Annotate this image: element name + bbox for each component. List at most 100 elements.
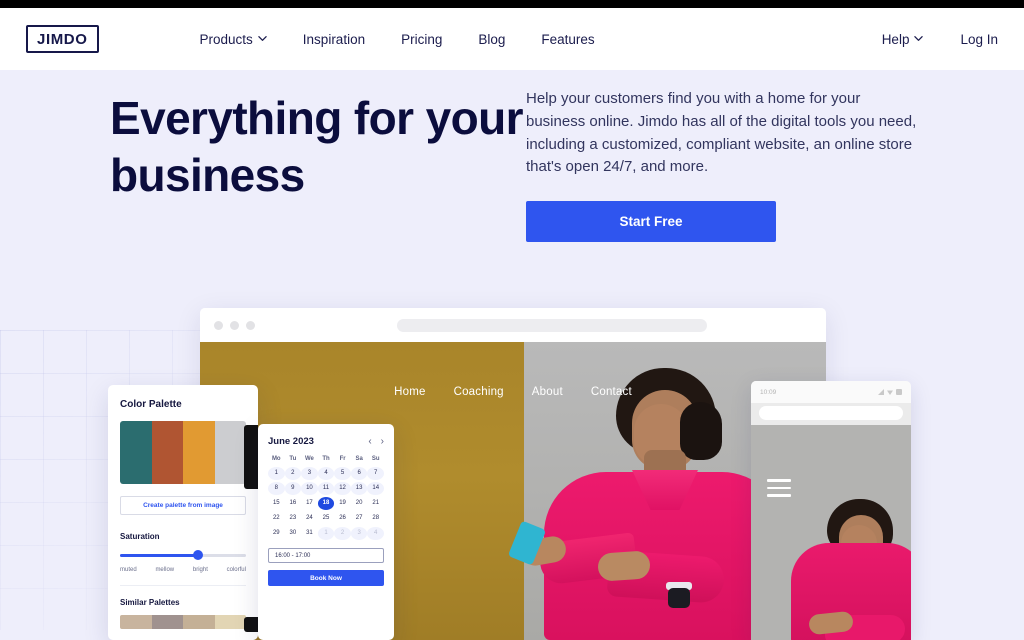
- calendar-day-cell[interactable]: 23: [285, 512, 302, 525]
- calendar-day-cell[interactable]: 7: [367, 467, 384, 480]
- calendar-day-cell[interactable]: 3: [350, 527, 368, 540]
- nav-item-features[interactable]: Features: [541, 32, 594, 47]
- calendar-day-cell[interactable]: 16: [285, 497, 302, 510]
- phone-mockup: 10:09: [751, 381, 911, 640]
- calendar-day-cell[interactable]: 14: [367, 482, 384, 495]
- calendar-day-cell[interactable]: 6: [350, 467, 368, 480]
- calendar-day-cell[interactable]: 21: [367, 497, 384, 510]
- calendar-day-cell[interactable]: 10: [301, 482, 318, 495]
- calendar-day-cell[interactable]: 20: [351, 497, 368, 510]
- calendar-day-cell[interactable]: 3: [301, 467, 318, 480]
- start-free-button[interactable]: Start Free: [526, 201, 776, 242]
- calendar-day-of-week: We: [304, 456, 314, 462]
- calendar-grid: Mo Tu We Th Fr Sa Su 1 2 3 4 5 6 7 8 9 10 11 12 13 14 15 16 17 1…: [268, 456, 384, 540]
- palette-swatch[interactable]: [214, 421, 246, 484]
- phone-viewport: [751, 425, 911, 640]
- calendar-day-cell[interactable]: 4: [367, 527, 384, 540]
- time-slot-field[interactable]: 16:00 - 17:00: [268, 548, 384, 563]
- calendar-day-cell[interactable]: 9: [284, 482, 302, 495]
- calendar-day-cell[interactable]: 26: [334, 512, 351, 525]
- login-link[interactable]: Log In: [960, 32, 998, 47]
- calendar-day-cell[interactable]: 25: [318, 512, 335, 525]
- palette-swatch-row: [120, 421, 246, 484]
- mock-nav-coaching[interactable]: Coaching: [454, 386, 504, 398]
- browser-chrome-bar: [200, 308, 826, 342]
- calendar-day-cell[interactable]: 2: [334, 527, 351, 540]
- calendar-day-cell[interactable]: 19: [334, 497, 351, 510]
- phone-status-bar: 10:09: [751, 381, 911, 403]
- calendar-day-cell[interactable]: 13: [350, 482, 368, 495]
- site-header: JIMDO Products Inspiration Pricing Blog …: [0, 8, 1024, 70]
- nav-label-features: Features: [541, 31, 595, 47]
- similar-palette-row[interactable]: [120, 615, 246, 629]
- hero-paragraph: Help your customers find you with a home…: [526, 90, 917, 176]
- calendar-day-cell[interactable]: 2: [284, 467, 302, 480]
- chevron-right-icon[interactable]: ›: [381, 436, 384, 447]
- mock-nav-contact[interactable]: Contact: [591, 386, 632, 398]
- slider-fill: [120, 554, 199, 557]
- calendar-day-cell[interactable]: 18: [317, 497, 335, 510]
- page-root: JIMDO Products Inspiration Pricing Blog …: [0, 0, 1024, 640]
- nav-label-help: Help: [881, 31, 910, 47]
- calendar-day-cell[interactable]: 1: [317, 527, 335, 540]
- mock-nav-about[interactable]: About: [532, 386, 563, 398]
- saturation-label-colorful: colorful: [226, 567, 246, 573]
- chevron-down-icon: [914, 34, 924, 43]
- nav-item-help[interactable]: Help: [882, 32, 924, 47]
- calendar-day-of-week: Sa: [355, 456, 363, 462]
- browser-url-bar[interactable]: [397, 318, 707, 332]
- jimdo-logo[interactable]: JIMDO: [26, 25, 99, 53]
- palette-swatch[interactable]: [183, 421, 215, 484]
- calendar-day-cell[interactable]: 24: [301, 512, 318, 525]
- calendar-day-cell[interactable]: 31: [301, 527, 318, 540]
- saturation-slider[interactable]: [120, 550, 246, 560]
- saturation-label-mellow: mellow: [155, 567, 175, 573]
- similar-palettes-label: Similar Palettes: [120, 598, 180, 607]
- calendar-nav-arrows: ‹ ›: [368, 436, 384, 447]
- book-now-button[interactable]: Book Now: [268, 570, 384, 586]
- calendar-day-cell[interactable]: 15: [268, 497, 285, 510]
- calendar-day-of-week: Mo: [271, 456, 281, 462]
- nav-item-inspiration[interactable]: Inspiration: [303, 32, 365, 47]
- header-right-actions: Help Log In: [882, 32, 998, 47]
- minimize-dot-icon: [230, 320, 239, 330]
- saturation-label-bright: bright: [192, 567, 208, 573]
- nav-item-products[interactable]: Products: [200, 32, 267, 47]
- calendar-day-cell[interactable]: 29: [268, 527, 285, 540]
- top-black-strip: [0, 0, 1024, 8]
- calendar-day-cell[interactable]: 12: [334, 482, 351, 495]
- calendar-day-cell[interactable]: 11: [317, 482, 335, 495]
- chevron-down-icon: [258, 34, 267, 43]
- chevron-left-icon[interactable]: ‹: [368, 436, 371, 447]
- calendar-day-cell[interactable]: 4: [317, 467, 335, 480]
- saturation-scale-labels: muted mellow bright colorful: [120, 567, 246, 573]
- calendar-day-cell[interactable]: 30: [285, 527, 302, 540]
- palette-swatch[interactable]: [151, 421, 183, 484]
- calendar-day-cell[interactable]: 28: [367, 512, 384, 525]
- person-hair-side: [680, 402, 722, 460]
- wifi-icon: [887, 390, 893, 395]
- mock-nav-home[interactable]: Home: [394, 386, 425, 398]
- create-palette-from-image-button[interactable]: Create palette from image: [120, 496, 246, 515]
- person-illustration-mobile: [785, 493, 911, 640]
- nav-item-blog[interactable]: Blog: [478, 32, 505, 47]
- calendar-day-of-week: Fr: [339, 456, 346, 462]
- phone-url-bar[interactable]: [759, 406, 903, 420]
- person-right-hand: [597, 550, 651, 582]
- nav-item-pricing[interactable]: Pricing: [401, 32, 442, 47]
- calendar-day-cell[interactable]: 5: [334, 467, 351, 480]
- calendar-day-cell[interactable]: 8: [268, 482, 285, 495]
- calendar-day-cell[interactable]: 1: [268, 467, 285, 480]
- calendar-day-of-week: Su: [371, 456, 380, 462]
- slider-knob[interactable]: [193, 550, 204, 560]
- calendar-day-cell[interactable]: 17: [301, 497, 318, 510]
- calendar-header: June 2023 ‹ ›: [268, 436, 384, 447]
- close-dot-icon: [214, 320, 223, 330]
- saturation-label-muted: muted: [120, 567, 137, 573]
- calendar-day-cell[interactable]: 27: [351, 512, 368, 525]
- calendar-day-cell[interactable]: 22: [268, 512, 285, 525]
- nav-label-pricing: Pricing: [401, 31, 443, 47]
- mock-site-navigation: Home Coaching About Contact: [200, 386, 826, 398]
- nav-label-products: Products: [199, 31, 253, 47]
- palette-swatch[interactable]: [120, 421, 152, 484]
